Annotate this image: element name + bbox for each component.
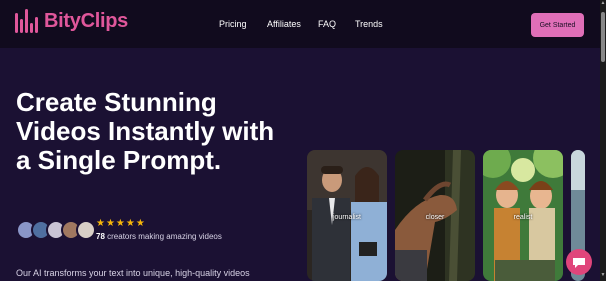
creator-avatars	[16, 220, 96, 240]
navbar: BityClips Pricing Affiliates FAQ Trends …	[0, 0, 600, 48]
nav-link-affiliates[interactable]: Affiliates	[267, 19, 301, 29]
brand-logo[interactable]: BityClips	[15, 9, 128, 33]
nav-link-trends[interactable]: Trends	[355, 19, 383, 29]
scroll-thumb[interactable]	[601, 12, 605, 62]
creators-count: 78	[96, 232, 105, 241]
scroll-up-icon[interactable]: ▲	[600, 0, 606, 8]
rating-stars-icon: ★★★★★	[96, 218, 146, 229]
example-card-journalist[interactable]: journalist	[307, 150, 387, 281]
card-label: closer	[425, 214, 445, 221]
get-started-button[interactable]: Get Started	[531, 13, 584, 37]
nav-link-faq[interactable]: FAQ	[318, 19, 336, 29]
creators-label: creators making amazing videos	[104, 232, 222, 241]
card-label: realist	[513, 214, 533, 221]
scrollbar[interactable]: ▲ ▼	[600, 0, 606, 281]
avatar	[76, 220, 96, 240]
example-card-realist[interactable]: realist	[483, 150, 563, 281]
brand-name: BityClips	[44, 9, 128, 32]
logo-bars-icon	[15, 9, 38, 33]
example-card-closer[interactable]: closer	[395, 150, 475, 281]
scroll-down-icon[interactable]: ▼	[600, 272, 606, 280]
chat-icon	[573, 258, 585, 268]
hero-headline: Create Stunning Videos Instantly with a …	[16, 87, 275, 175]
card-label: journalist	[332, 214, 361, 221]
chat-button[interactable]	[566, 249, 592, 275]
nav-link-pricing[interactable]: Pricing	[219, 19, 247, 29]
creators-count-text: 78 creators making amazing videos	[96, 232, 222, 241]
hero-subtext: Our AI transforms your text into unique,…	[16, 268, 250, 278]
